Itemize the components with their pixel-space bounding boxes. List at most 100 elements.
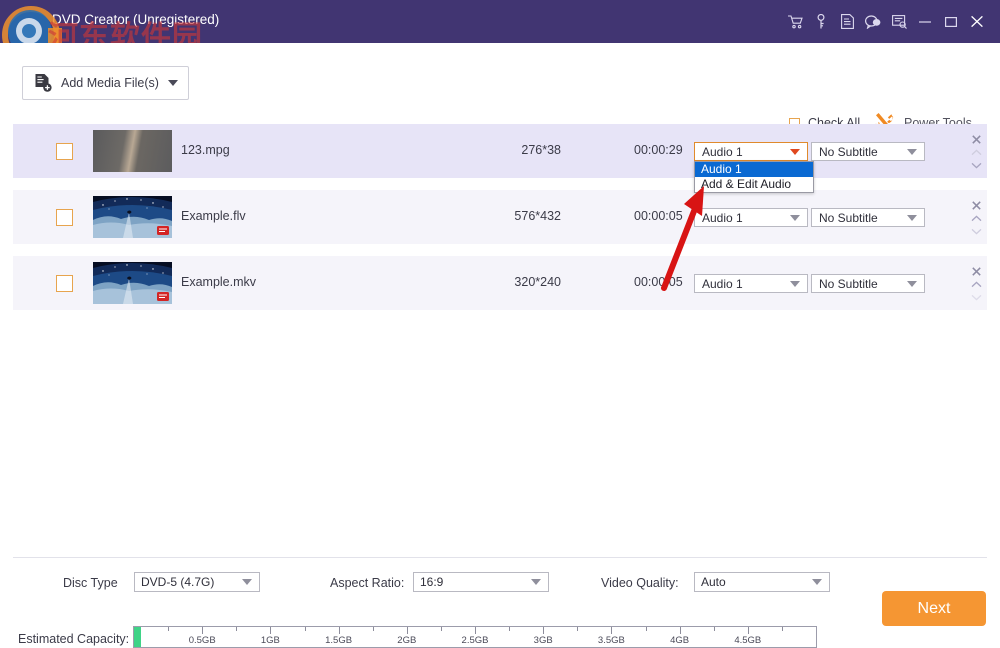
title-bar: DVD Creator (Unregistered) xyxy=(0,0,1000,43)
capacity-bar: 0.5GB1GB1.5GB2GB2.5GB3GB3.5GB4GB4.5GB xyxy=(133,626,817,648)
audio-dropdown-menu[interactable]: Audio 1 Add & Edit Audio xyxy=(694,161,814,193)
capacity-tick xyxy=(748,627,749,634)
subtitle-select[interactable]: No Subtitle xyxy=(811,208,925,227)
file-duration: 00:00:29 xyxy=(634,143,683,157)
video-quality-label: Video Quality: xyxy=(601,576,679,590)
row-checkbox[interactable] xyxy=(56,143,73,160)
document-icon[interactable] xyxy=(834,0,860,43)
file-resolution: 576*432 xyxy=(491,209,561,223)
row-checkbox[interactable] xyxy=(56,209,73,226)
add-media-label: Add Media File(s) xyxy=(61,76,159,90)
chevron-down-icon xyxy=(790,149,800,155)
video-thumbnail xyxy=(93,262,172,304)
capacity-tick xyxy=(680,627,681,634)
audio-track-select[interactable]: Audio 1 xyxy=(694,142,808,161)
capacity-tick-label: 4.5GB xyxy=(724,635,772,646)
thumbnail-image xyxy=(93,196,172,238)
cart-icon[interactable] xyxy=(782,0,808,43)
aspect-ratio-label: Aspect Ratio: xyxy=(330,576,404,590)
move-up-icon[interactable] xyxy=(965,278,987,291)
video-quality-value: Auto xyxy=(701,575,726,589)
capacity-tick-minor xyxy=(509,627,510,631)
close-icon[interactable] xyxy=(964,0,990,43)
file-resolution: 276*38 xyxy=(491,143,561,157)
move-up-icon[interactable] xyxy=(965,146,987,159)
audio-track-value: Audio 1 xyxy=(702,211,743,225)
table-row[interactable]: Example.flv 576*432 00:00:05 Audio 1 No … xyxy=(13,190,987,244)
remove-row-icon[interactable] xyxy=(965,265,987,278)
chevron-down-icon[interactable] xyxy=(168,80,178,86)
capacity-tick xyxy=(270,627,271,634)
bottom-settings-panel: Disc Type DVD-5 (4.7G) Aspect Ratio: 16:… xyxy=(13,557,987,632)
video-quality-select[interactable]: Auto xyxy=(694,572,830,592)
row-actions xyxy=(965,265,987,303)
disc-type-value: DVD-5 (4.7G) xyxy=(141,575,214,589)
move-down-icon[interactable] xyxy=(965,291,987,304)
chevron-down-icon xyxy=(812,579,822,585)
move-up-icon[interactable] xyxy=(965,212,987,225)
title-bar-icons xyxy=(782,0,990,43)
file-name: Example.mkv xyxy=(181,275,256,289)
capacity-fill xyxy=(134,627,141,647)
capacity-tick-label: 0.5GB xyxy=(178,635,226,646)
capacity-tick-label: 1GB xyxy=(246,635,294,646)
chevron-down-icon xyxy=(907,281,917,287)
capacity-tick-minor xyxy=(714,627,715,631)
file-name: 123.mpg xyxy=(181,143,230,157)
video-thumbnail xyxy=(93,196,172,238)
aspect-ratio-select[interactable]: 16:9 xyxy=(413,572,549,592)
capacity-tick-minor xyxy=(782,627,783,631)
toolbar: Add Media File(s) Check All Power Tools xyxy=(0,43,1000,118)
capacity-tick xyxy=(611,627,612,634)
subtitle-select[interactable]: No Subtitle xyxy=(811,142,925,161)
capacity-tick-minor xyxy=(373,627,374,631)
move-down-icon[interactable] xyxy=(965,225,987,238)
row-checkbox[interactable] xyxy=(56,275,73,292)
add-media-button[interactable]: Add Media File(s) xyxy=(22,66,189,100)
feedback-icon[interactable] xyxy=(886,0,912,43)
audio-track-select[interactable]: Audio 1 xyxy=(694,274,808,293)
capacity-tick-label: 2.5GB xyxy=(451,635,499,646)
subtitle-select[interactable]: No Subtitle xyxy=(811,274,925,293)
table-row[interactable]: Example.mkv 320*240 00:00:05 Audio 1 No … xyxy=(13,256,987,310)
add-file-icon xyxy=(34,73,52,93)
capacity-tick-minor xyxy=(168,627,169,631)
chevron-down-icon xyxy=(907,149,917,155)
capacity-tick-minor xyxy=(577,627,578,631)
capacity-tick xyxy=(407,627,408,634)
estimated-capacity-label: Estimated Capacity: xyxy=(18,632,129,646)
key-icon[interactable] xyxy=(808,0,834,43)
remove-row-icon[interactable] xyxy=(965,199,987,212)
file-duration: 00:00:05 xyxy=(634,209,683,223)
dropdown-option-audio-1[interactable]: Audio 1 xyxy=(695,162,813,177)
row-actions xyxy=(965,133,987,171)
next-button-label: Next xyxy=(918,600,951,618)
audio-track-select[interactable]: Audio 1 xyxy=(694,208,808,227)
video-thumbnail xyxy=(93,130,172,172)
capacity-tick xyxy=(339,627,340,634)
dropdown-option-add-edit-audio[interactable]: Add & Edit Audio xyxy=(695,177,813,192)
capacity-tick-label: 4GB xyxy=(656,635,704,646)
capacity-tick-label: 3GB xyxy=(519,635,567,646)
file-name: Example.flv xyxy=(181,209,246,223)
chevron-down-icon xyxy=(242,579,252,585)
next-button[interactable]: Next xyxy=(882,591,986,626)
window-title: DVD Creator (Unregistered) xyxy=(52,12,219,27)
subtitle-value: No Subtitle xyxy=(819,277,878,291)
minimize-icon[interactable] xyxy=(912,0,938,43)
capacity-tick-label: 2GB xyxy=(383,635,431,646)
file-resolution: 320*240 xyxy=(491,275,561,289)
chevron-down-icon xyxy=(790,281,800,287)
maximize-icon[interactable] xyxy=(938,0,964,43)
chevron-down-icon xyxy=(790,215,800,221)
chevron-down-icon xyxy=(531,579,541,585)
file-duration: 00:00:05 xyxy=(634,275,683,289)
remove-row-icon[interactable] xyxy=(965,133,987,146)
chevron-down-icon xyxy=(907,215,917,221)
capacity-tick-minor xyxy=(646,627,647,631)
disc-type-select[interactable]: DVD-5 (4.7G) xyxy=(134,572,260,592)
move-down-icon[interactable] xyxy=(965,159,987,172)
chat-icon[interactable] xyxy=(860,0,886,43)
capacity-tick xyxy=(543,627,544,634)
table-row[interactable]: 123.mpg 276*38 00:00:29 Audio 1 No Subti… xyxy=(13,124,987,178)
